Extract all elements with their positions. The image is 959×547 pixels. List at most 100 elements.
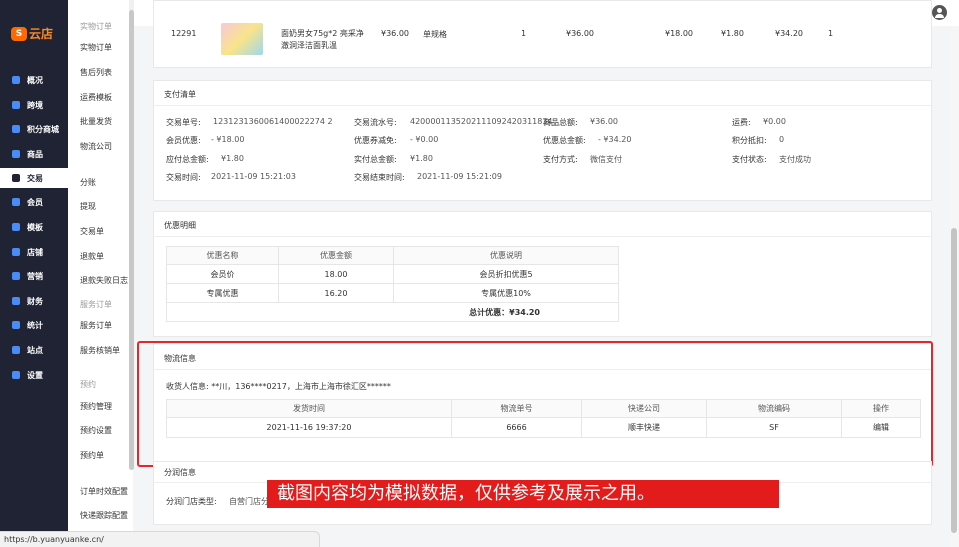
- points-icon: [12, 125, 20, 133]
- goods-total-value: ¥36.00: [590, 117, 618, 126]
- submenu-item-express-tracking[interactable]: 快递跟踪配置: [80, 510, 128, 521]
- submenu-item-service-orders[interactable]: 服务订单: [80, 320, 112, 331]
- freight-label: 运费:: [732, 118, 751, 127]
- submenu-item-refund-fail-log[interactable]: 退款失败日志: [80, 275, 128, 286]
- discount-total-label: 优惠总金额:: [543, 136, 586, 145]
- cell: 专属优惠: [166, 283, 279, 303]
- secondary-menu: [68, 0, 133, 547]
- submenu-item-trade-bill[interactable]: 交易单: [80, 226, 104, 237]
- payment-title: 支付清单: [164, 90, 196, 99]
- nav-item-template[interactable]: 模板: [0, 217, 68, 237]
- cell: 会员价: [166, 264, 279, 284]
- submenu-item-service-writeoff[interactable]: 服务核销单: [80, 345, 120, 356]
- store-title: 分润信息: [164, 468, 196, 477]
- submenu-item-refund[interactable]: 退款单: [80, 251, 104, 262]
- main-scrollbar[interactable]: [951, 228, 957, 533]
- serial-no-label: 交易流水号:: [354, 118, 397, 127]
- overview-icon: [12, 76, 20, 84]
- paid-value: ¥1.80: [410, 154, 433, 163]
- discount-total-value: - ¥34.20: [598, 135, 632, 144]
- submenu-item-withdraw[interactable]: 提现: [80, 201, 96, 212]
- submenu-item-physical-orders[interactable]: 实物订单: [80, 42, 112, 53]
- store-type-value: 自营门店分: [229, 497, 269, 506]
- table-row: 专属优惠 16.20 专属优惠10%: [166, 283, 619, 303]
- product-qty: 1: [521, 29, 527, 38]
- cell: 16.20: [278, 283, 394, 303]
- discount-title: 优惠明细: [164, 221, 196, 230]
- submenu-item-batch-ship[interactable]: 批量发货: [80, 116, 112, 127]
- product-price: ¥36.00: [381, 29, 409, 38]
- pay-status-label: 支付状态:: [732, 155, 767, 164]
- cell: 会员折扣优惠5: [393, 264, 619, 284]
- product-total: ¥36.00: [566, 29, 594, 38]
- logo-mark: S: [11, 26, 27, 41]
- paid-label: 实付总金额:: [354, 155, 397, 164]
- discount-total: 总计优惠：¥34.20: [166, 302, 619, 322]
- stats-icon: [12, 321, 20, 329]
- marketing-icon: [12, 272, 20, 280]
- table-row: 会员价 18.00 会员折扣优惠5: [166, 264, 619, 284]
- trade-no-value: 1231231360061400022274 2: [213, 117, 333, 126]
- cell: 18.00: [278, 264, 394, 284]
- submenu-item-order-timeliness[interactable]: 订单时效配置: [80, 486, 128, 497]
- site-icon: [12, 346, 20, 354]
- pay-status-value: 支付成功: [779, 155, 811, 164]
- nav-item-site[interactable]: 站点: [0, 340, 68, 360]
- product-thumbnail: [221, 23, 263, 55]
- trade-no-label: 交易单号:: [166, 118, 201, 127]
- user-avatar-icon[interactable]: [932, 5, 947, 20]
- product-card: [153, 0, 932, 68]
- submenu-group-physical-orders: 实物订单: [80, 22, 112, 31]
- disclaimer-banner: 截图内容均为模拟数据，仅供参考及展示之用。: [267, 480, 779, 508]
- nav-item-member[interactable]: 会员: [0, 192, 68, 212]
- product-spec: 单规格: [423, 30, 447, 39]
- col-discount-desc: 优惠说明: [393, 246, 619, 265]
- product-name-line2[interactable]: 澈洞泽洁面乳温: [281, 40, 337, 51]
- store-type-label: 分润门店类型:: [166, 497, 217, 506]
- nav-item-overview[interactable]: 概况: [0, 70, 68, 90]
- nav-item-settings[interactable]: 设置: [0, 365, 68, 385]
- nav-item-marketing[interactable]: 营销: [0, 266, 68, 286]
- pay-method-value: 微信支付: [590, 155, 622, 164]
- nav-item-store[interactable]: 店铺: [0, 242, 68, 262]
- payable-label: 应付总金额:: [166, 155, 209, 164]
- submenu-group-service-orders: 服务订单: [80, 300, 112, 309]
- crossborder-icon: [12, 101, 20, 109]
- product-id: 12291: [171, 29, 197, 38]
- nav-item-points-mall[interactable]: 积分商城: [0, 119, 68, 139]
- nav-item-stats[interactable]: 统计: [0, 315, 68, 335]
- submenu-item-logistics-company[interactable]: 物流公司: [80, 141, 112, 152]
- table-header-row: 优惠名称 优惠金额 优惠说明: [166, 246, 619, 265]
- nav-item-goods[interactable]: 商品: [0, 144, 68, 164]
- member-icon: [12, 198, 20, 206]
- trade-icon: [12, 174, 20, 182]
- product-paid: ¥18.00: [665, 29, 693, 38]
- submenu-item-booking-settings[interactable]: 预约设置: [80, 425, 112, 436]
- col-discount-amount: 优惠金额: [278, 246, 394, 265]
- logo[interactable]: S 云店: [11, 25, 59, 42]
- coupon-label: 优惠券减免:: [354, 136, 397, 145]
- trade-time-value: 2021-11-09 15:21:03: [211, 172, 296, 181]
- divider: [154, 236, 931, 237]
- freight-value: ¥0.00: [763, 117, 786, 126]
- submenu-item-aftersales[interactable]: 售后列表: [80, 67, 112, 78]
- status-url: https://b.yuanyuanke.cn/: [0, 531, 320, 547]
- submenu-item-booking-orders[interactable]: 预约单: [80, 450, 104, 461]
- nav-item-finance[interactable]: 财务: [0, 291, 68, 311]
- submenu-item-split[interactable]: 分账: [80, 177, 96, 188]
- submenu-item-booking-manage[interactable]: 预约管理: [80, 401, 112, 412]
- finance-icon: [12, 297, 20, 305]
- nav-item-crossborder[interactable]: 跨境: [0, 95, 68, 115]
- submenu-scrollbar[interactable]: [129, 10, 134, 470]
- discount-table: 优惠名称 优惠金额 优惠说明 会员价 18.00 会员折扣优惠5 专属优惠 16…: [166, 246, 619, 322]
- product-discount: ¥1.80: [721, 29, 744, 38]
- store-icon: [12, 248, 20, 256]
- cell: 专属优惠10%: [393, 283, 619, 303]
- member-discount-label: 会员优惠:: [166, 136, 201, 145]
- col-discount-name: 优惠名称: [166, 246, 279, 265]
- submenu-item-freight-template[interactable]: 运费模板: [80, 92, 112, 103]
- nav-item-trade[interactable]: 交易: [0, 168, 68, 188]
- product-name-line1[interactable]: 面奶男女75g*2 亮采净: [281, 28, 364, 39]
- member-discount-value: - ¥18.00: [211, 135, 245, 144]
- product-num: 1: [828, 29, 834, 38]
